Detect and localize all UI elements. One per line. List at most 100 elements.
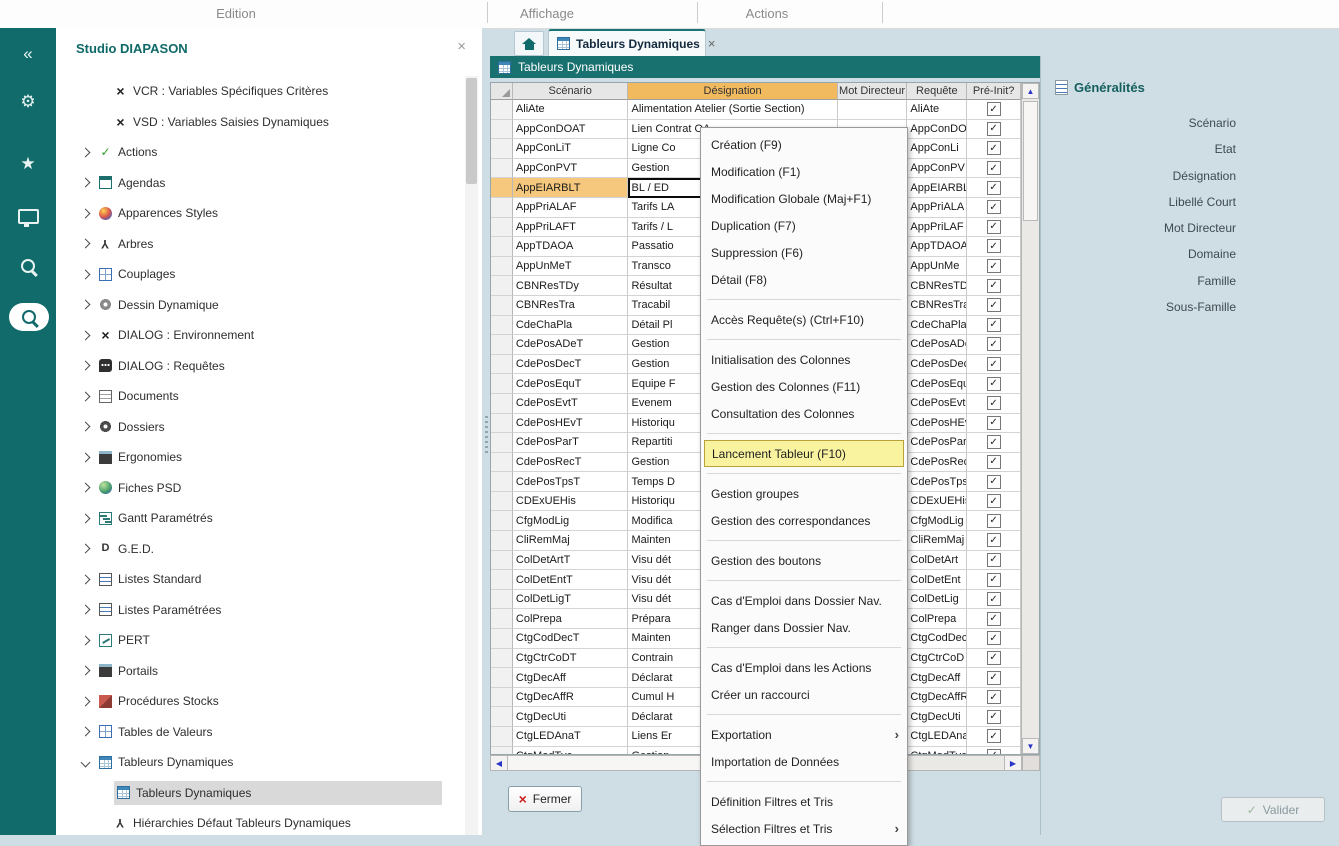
row-selector[interactable]: [491, 629, 513, 649]
scenario-cell[interactable]: CdePosADeT: [513, 335, 629, 355]
ribbon-tab-3[interactable]: Actions: [746, 6, 789, 21]
pre-init-cell[interactable]: [967, 296, 1021, 316]
panel-close-icon[interactable]: ×: [457, 38, 466, 55]
menu-item[interactable]: Gestion des Colonnes (F11): [701, 373, 907, 400]
ribbon-tab-1[interactable]: Edition: [216, 6, 256, 21]
requete-cell[interactable]: CtgCodDec: [907, 629, 967, 649]
requete-cell[interactable]: CBNResTDy: [907, 276, 967, 296]
tree-item[interactable]: Tables de Valeurs: [56, 717, 462, 748]
pre-init-cell[interactable]: [967, 237, 1021, 257]
menu-item[interactable]: Détail (F8): [701, 266, 907, 293]
menu-item[interactable]: Créer un raccourci: [701, 681, 907, 708]
scenario-cell[interactable]: CtgDecUti: [513, 707, 629, 727]
scenario-cell[interactable]: AppPriLAFT: [513, 218, 629, 238]
pre-init-cell[interactable]: [967, 747, 1021, 754]
requete-cell[interactable]: ColDetArt: [907, 551, 967, 571]
menu-item[interactable]: Gestion groupes: [701, 480, 907, 507]
mot-directeur-cell[interactable]: [838, 100, 908, 120]
ribbon-tab-2[interactable]: Affichage: [520, 6, 574, 21]
menu-item[interactable]: Modification (F1): [701, 158, 907, 185]
tree-item[interactable]: Tableurs Dynamiques: [56, 747, 462, 778]
tree-item[interactable]: Actions: [56, 137, 462, 168]
designation-cell[interactable]: Alimentation Atelier (Sortie Section): [628, 100, 837, 120]
valider-button[interactable]: ✓ Valider: [1221, 797, 1325, 822]
row-selector[interactable]: [491, 120, 513, 140]
pre-init-cell[interactable]: [967, 551, 1021, 571]
tree-item[interactable]: PERT: [56, 625, 462, 656]
column-header-1[interactable]: Scénario: [513, 83, 629, 100]
menu-item[interactable]: Initialisation des Colonnes: [701, 346, 907, 373]
requete-cell[interactable]: AppConDOA: [907, 120, 967, 140]
menu-item[interactable]: Création (F9): [701, 131, 907, 158]
pre-init-cell[interactable]: [967, 316, 1021, 336]
scenario-cell[interactable]: CdeChaPla: [513, 316, 629, 336]
menu-item[interactable]: Duplication (F7): [701, 212, 907, 239]
scenario-cell[interactable]: CliRemMaj: [513, 531, 629, 551]
menu-item[interactable]: Ranger dans Dossier Nav.: [701, 614, 907, 641]
scenario-cell[interactable]: AppPriALAF: [513, 198, 629, 218]
tree-item[interactable]: Documents: [56, 381, 462, 412]
menu-item[interactable]: Suppression (F6): [701, 239, 907, 266]
row-selector[interactable]: [491, 414, 513, 434]
requete-cell[interactable]: CdeChaPla: [907, 316, 967, 336]
select-all-corner[interactable]: [491, 83, 513, 100]
menu-item[interactable]: Consultation des Colonnes: [701, 400, 907, 427]
pre-init-cell[interactable]: [967, 374, 1021, 394]
scenario-cell[interactable]: CtgCtrCoDT: [513, 649, 629, 669]
tree-item[interactable]: Couplages: [56, 259, 462, 290]
tree-item[interactable]: Apparences Styles: [56, 198, 462, 229]
row-selector[interactable]: [491, 178, 513, 198]
tree-item[interactable]: Procédures Stocks: [56, 686, 462, 717]
requete-cell[interactable]: CdePosEvt: [907, 394, 967, 414]
tree-item[interactable]: Agendas: [56, 168, 462, 199]
requete-cell[interactable]: CdePosEqu: [907, 374, 967, 394]
column-header-2[interactable]: Désignation: [628, 83, 837, 100]
row-selector[interactable]: [491, 276, 513, 296]
tree-item[interactable]: Portails: [56, 656, 462, 687]
scenario-cell[interactable]: AppUnMeT: [513, 257, 629, 277]
requete-cell[interactable]: CtgDecAff: [907, 668, 967, 688]
menu-item[interactable]: Lancement Tableur (F10): [704, 440, 904, 467]
requete-cell[interactable]: CtgModTvc: [907, 747, 967, 754]
row-selector[interactable]: [491, 100, 513, 120]
pre-init-cell[interactable]: [967, 472, 1021, 492]
tree-item[interactable]: Listes Paramétrées: [56, 595, 462, 626]
menu-item[interactable]: Importation de Données: [701, 748, 907, 775]
pre-init-cell[interactable]: [967, 511, 1021, 531]
scroll-right-icon[interactable]: ▶: [1004, 756, 1021, 770]
requete-cell[interactable]: ColDetLig: [907, 590, 967, 610]
scenario-cell[interactable]: CdePosEquT: [513, 374, 629, 394]
advanced-search-icon[interactable]: [9, 303, 49, 331]
requete-cell[interactable]: AppPriLAF: [907, 218, 967, 238]
menu-item[interactable]: Accès Requête(s) (Ctrl+F10): [701, 306, 907, 333]
row-selector[interactable]: [491, 394, 513, 414]
fermer-button[interactable]: × Fermer: [508, 786, 582, 812]
tree-scrollbar-thumb[interactable]: [466, 78, 477, 184]
row-selector[interactable]: [491, 335, 513, 355]
pre-init-cell[interactable]: [967, 531, 1021, 551]
menu-item[interactable]: Gestion des correspondances: [701, 507, 907, 534]
scenario-cell[interactable]: AppEIARBLT: [513, 178, 629, 198]
scenario-cell[interactable]: AliAte: [513, 100, 629, 120]
column-header-4[interactable]: Requête: [907, 83, 967, 100]
pre-init-cell[interactable]: [967, 276, 1021, 296]
scenario-cell[interactable]: AppConDOAT: [513, 120, 629, 140]
pre-init-cell[interactable]: [967, 570, 1021, 590]
pre-init-cell[interactable]: [967, 120, 1021, 140]
pre-init-cell[interactable]: [967, 492, 1021, 512]
scenario-cell[interactable]: CtgCodDecT: [513, 629, 629, 649]
pre-init-cell[interactable]: [967, 453, 1021, 473]
scenario-cell[interactable]: CBNResTra: [513, 296, 629, 316]
pre-init-cell[interactable]: [967, 590, 1021, 610]
tree-item[interactable]: Arbres: [56, 229, 462, 260]
requete-cell[interactable]: AppUnMe: [907, 257, 967, 277]
scroll-up-icon[interactable]: ▲: [1022, 83, 1039, 99]
row-selector[interactable]: [491, 472, 513, 492]
row-selector[interactable]: [491, 453, 513, 473]
row-selector[interactable]: [491, 688, 513, 708]
scenario-cell[interactable]: CdePosTpsT: [513, 472, 629, 492]
pre-init-cell[interactable]: [967, 649, 1021, 669]
tree-item[interactable]: DIALOG : Requêtes: [56, 351, 462, 382]
row-selector[interactable]: [491, 316, 513, 336]
requete-cell[interactable]: AliAte: [907, 100, 967, 120]
